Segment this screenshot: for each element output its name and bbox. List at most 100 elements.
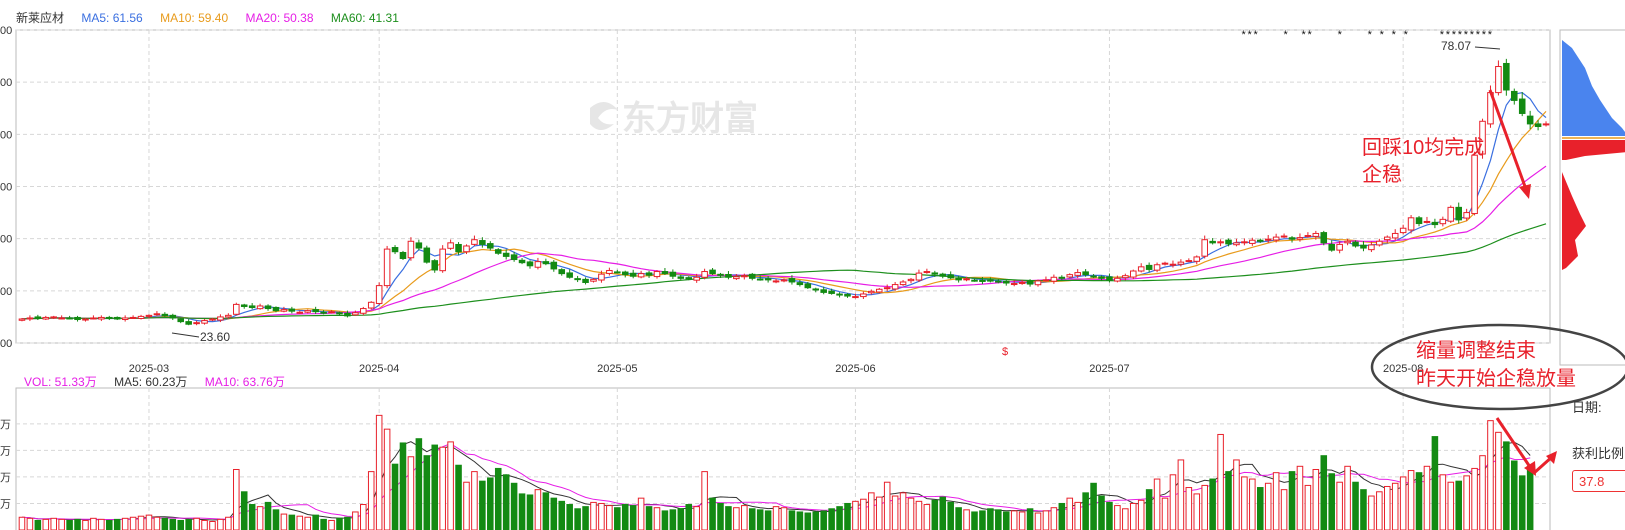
volume-bar [677, 508, 685, 530]
volume-bar [1161, 497, 1169, 530]
volume-bar [621, 504, 629, 530]
candle-body [1423, 220, 1431, 223]
candle-body [1526, 115, 1534, 125]
candle-body [1161, 262, 1169, 265]
volume-bar [296, 515, 304, 530]
volume-bar [129, 516, 137, 530]
candle-body [1368, 244, 1375, 251]
candle-body [1407, 217, 1415, 231]
volume-bar [534, 489, 542, 530]
candle-body [614, 271, 621, 274]
candle-body [812, 288, 820, 291]
date-label: 日期: [1572, 400, 1602, 415]
candle-body [1383, 236, 1391, 241]
volume-bar [233, 468, 240, 530]
volume-bar [828, 508, 835, 530]
candle-body [1026, 280, 1034, 285]
volume-bar [1002, 511, 1010, 530]
volume-bar [502, 474, 510, 530]
volume-bar [106, 519, 113, 530]
event-marker: * [1308, 29, 1313, 41]
note-pullback-line2: 企稳 [1362, 163, 1402, 186]
volume-bar [66, 519, 73, 530]
candle-body [431, 260, 439, 271]
volume-bar [1439, 474, 1447, 530]
volume-bar [1518, 475, 1526, 530]
volume-bar [844, 502, 851, 530]
candle-body [177, 318, 185, 323]
chip-loss-area [1562, 172, 1586, 270]
candle-body [1066, 274, 1074, 278]
volume-bar [1368, 495, 1375, 530]
volume-bar [979, 510, 986, 530]
volume-bar [701, 471, 708, 530]
candle-body [423, 247, 431, 263]
price-tick-label: 00 [0, 77, 12, 89]
event-marker: * [1247, 29, 1252, 41]
volume-bar [1082, 492, 1089, 530]
candle-body [1106, 276, 1113, 281]
candle-body [772, 280, 780, 283]
candle-body [415, 242, 423, 249]
volume-bar [463, 481, 470, 530]
event-marker: * [1404, 29, 1409, 41]
candle-body [34, 316, 42, 319]
note-pullback-arrowhead [1519, 184, 1531, 199]
volume-bar [1209, 478, 1216, 530]
candle-body [209, 318, 216, 321]
volume-bar [1201, 484, 1208, 530]
candle-body [995, 280, 1002, 283]
volume-bar [852, 500, 859, 530]
candle-body [296, 311, 304, 314]
candle-body [1360, 244, 1367, 249]
candle-body [971, 279, 978, 282]
candle-body [1352, 241, 1359, 247]
candle-body [510, 254, 518, 261]
price-axis: 00 00 00 00 00 00 00 [0, 25, 12, 350]
volume-bar [1249, 478, 1256, 530]
candle-body [947, 274, 954, 279]
profit-ratio-value: 37.8 [1572, 470, 1625, 492]
event-markers: * * * * * * * * * * * * * * * * * * * *$ [1002, 29, 1493, 358]
candle-body [923, 271, 931, 274]
volume-bar [487, 477, 494, 530]
candle-body [788, 278, 796, 283]
x-tick-label: 2025-05 [597, 363, 637, 375]
volume-bar [598, 502, 605, 530]
candle-body [1185, 260, 1193, 263]
candle-body [844, 293, 851, 297]
candle-body [883, 287, 891, 290]
volume-bar [891, 495, 899, 530]
ma5-line [21, 91, 1547, 323]
stock-chart[interactable]: 东方财富 00000000000000 万万万万 2025-03 2025-04 2… [0, 0, 1625, 530]
candle-body [717, 273, 724, 276]
candle-body [1518, 98, 1526, 114]
candle-body [598, 273, 605, 281]
candle-body [852, 296, 859, 299]
candle-body [931, 272, 939, 275]
volume-bar [725, 506, 732, 530]
candle-body [1264, 238, 1272, 241]
candle-body [1471, 154, 1478, 215]
candle-body [1296, 237, 1304, 240]
candle-body [590, 278, 597, 282]
candle-body [304, 310, 312, 313]
volume-bar [526, 494, 534, 530]
volume-bar [1018, 511, 1026, 530]
candle-body [1090, 275, 1097, 278]
candle-body [1503, 62, 1510, 91]
volume-bar [455, 464, 462, 530]
volume-bar [50, 517, 57, 530]
volume-bar [1304, 484, 1312, 530]
volume-bar [288, 514, 296, 530]
volume-bar [1376, 491, 1383, 530]
volume-bar [1526, 465, 1534, 530]
volume-bar [875, 496, 883, 530]
volume-bar [1399, 476, 1407, 530]
volume-bar [58, 518, 65, 530]
candle-body [534, 261, 542, 268]
volume-bar [225, 516, 232, 530]
volume-bar [606, 505, 613, 530]
candle-body [145, 314, 153, 317]
candle-body [693, 276, 700, 281]
